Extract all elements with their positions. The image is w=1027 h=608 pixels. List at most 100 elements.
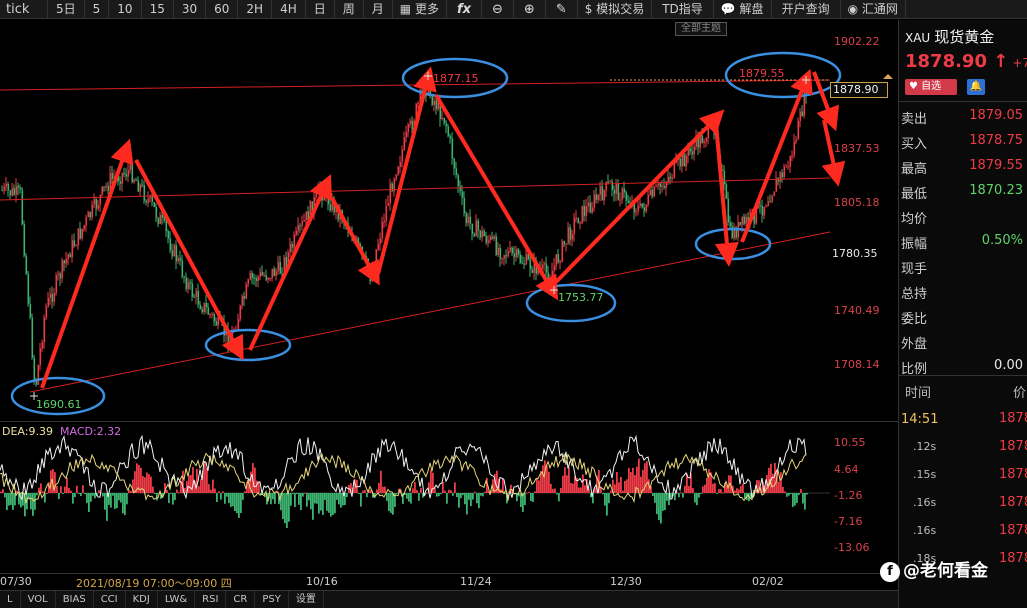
tab-psy[interactable]: PSY	[255, 591, 289, 608]
tab-l[interactable]: L	[0, 591, 21, 608]
candle-body	[57, 273, 60, 276]
trade-price: 1878	[999, 467, 1027, 482]
td-guide-button[interactable]: TD指导	[652, 0, 714, 19]
period-week[interactable]: 周	[335, 0, 364, 19]
tab-bias[interactable]: BIAS	[56, 591, 94, 608]
candle-body	[197, 291, 200, 305]
trend-arrow	[330, 197, 380, 286]
period-10[interactable]: 10	[109, 0, 142, 19]
macd-axis-label: -7.16	[834, 515, 863, 528]
macd-histogram-bar	[288, 493, 290, 522]
account-query-button[interactable]: 开户查询	[772, 0, 841, 19]
tab-lwr[interactable]: LW&	[158, 591, 196, 608]
candle-body	[579, 222, 582, 224]
candle-body	[651, 189, 654, 197]
zoom-in-button[interactable]: ⊕	[514, 0, 546, 19]
candle-body	[685, 155, 688, 167]
candle-body	[609, 181, 612, 183]
macd-histogram-bar	[114, 493, 116, 509]
candle-body	[277, 261, 280, 272]
theme-selector[interactable]: 全部主题	[675, 22, 727, 36]
candle-body	[271, 268, 274, 278]
macd-histogram-bar	[466, 493, 468, 515]
candle-body	[435, 100, 438, 109]
macd-histogram-bar	[318, 493, 320, 514]
period-2h[interactable]: 2H	[238, 0, 273, 19]
macd-histogram-bar	[558, 493, 560, 502]
macd-histogram-bar	[30, 493, 32, 510]
macd-histogram-bar	[464, 493, 466, 505]
quote-key: 最高	[901, 162, 928, 177]
macd-histogram-bar	[190, 474, 192, 493]
candle-body	[649, 189, 652, 195]
period-4h[interactable]: 4H	[272, 0, 306, 19]
add-favorite-button[interactable]: ♥ 自选	[905, 79, 957, 95]
macd-histogram-bar	[340, 493, 342, 508]
macd-histogram-bar	[446, 493, 448, 504]
alert-button[interactable]: 🔔	[967, 79, 985, 95]
candle-body	[479, 230, 482, 238]
tab-kdj[interactable]: KDJ	[126, 591, 158, 608]
candle-body	[211, 314, 214, 316]
tab-settings[interactable]: 设置	[289, 591, 324, 608]
macd-histogram-bar	[794, 493, 796, 506]
macd-histogram-bar	[388, 493, 390, 512]
candle-body	[177, 257, 180, 262]
macd-histogram-bar	[782, 486, 784, 493]
macd-histogram-bar	[692, 488, 694, 493]
tab-vol[interactable]: VOL	[21, 591, 56, 608]
macd-histogram-bar	[112, 493, 114, 496]
period-5day[interactable]: 5日	[48, 0, 85, 19]
price-chart[interactable]: 全部主题 1902.22 1837.53 1805.18 1740.49 170…	[0, 20, 898, 420]
candle-body	[589, 202, 592, 213]
macd-histogram-bar	[380, 470, 382, 493]
draw-button[interactable]: ✎	[546, 0, 578, 19]
macd-histogram-bar	[562, 475, 564, 493]
macd-histogram-bar	[200, 479, 202, 493]
macd-histogram-bar	[242, 493, 244, 500]
period-tick[interactable]: tick	[0, 0, 48, 19]
macd-histogram-bar	[64, 486, 66, 493]
period-5[interactable]: 5	[85, 0, 110, 19]
trades-header: 时间 价	[899, 378, 1027, 403]
macd-histogram-bar	[460, 493, 462, 499]
tab-rsi[interactable]: RSI	[195, 591, 227, 608]
macd-histogram-bar	[662, 493, 664, 511]
period-month[interactable]: 月	[364, 0, 393, 19]
period-15[interactable]: 15	[142, 0, 174, 19]
macd-panel[interactable]: DEA:9.39 MACD:2.32 10.55 4.64 -1.26 -7.1…	[0, 421, 898, 573]
macd-histogram-bar	[376, 489, 378, 493]
macd-histogram-bar	[298, 493, 300, 505]
macd-histogram-bar	[542, 465, 544, 493]
zoom-out-button[interactable]: ⊖	[482, 0, 514, 19]
macd-histogram-bar	[392, 493, 394, 515]
candle-body	[771, 196, 774, 202]
macd-histogram-bar	[718, 489, 720, 493]
candle-body	[247, 279, 250, 285]
highlight-circle	[204, 328, 292, 362]
tab-cr[interactable]: CR	[226, 591, 256, 608]
sim-trade-button[interactable]: $ 模拟交易	[578, 0, 653, 19]
macd-histogram-bar	[170, 493, 172, 494]
macd-histogram-bar	[536, 477, 538, 493]
more-button[interactable]: ▦ 更多	[393, 0, 447, 19]
period-60[interactable]: 60	[206, 0, 239, 19]
candle-body	[505, 255, 508, 257]
macd-histogram-bar	[714, 483, 716, 493]
macd-histogram-bar	[292, 493, 294, 494]
candle-body	[655, 185, 658, 187]
fx678-button[interactable]: ◉ 汇通网	[841, 0, 906, 19]
period-30[interactable]: 30	[174, 0, 207, 19]
macd-histogram-bar	[630, 472, 632, 493]
candle-body	[41, 342, 44, 349]
quote-row: 最高 1879.55	[899, 154, 1027, 179]
macd-histogram-bar	[238, 493, 240, 518]
candle-body	[531, 269, 534, 273]
period-day[interactable]: 日	[306, 0, 335, 19]
candle-body	[169, 238, 172, 251]
macd-histogram-bar	[382, 486, 384, 493]
fx-button[interactable]: fx	[447, 0, 483, 19]
tab-cci[interactable]: CCI	[94, 591, 126, 608]
analysis-button[interactable]: 💬 解盘	[714, 0, 772, 19]
macd-histogram-bar	[476, 493, 478, 504]
